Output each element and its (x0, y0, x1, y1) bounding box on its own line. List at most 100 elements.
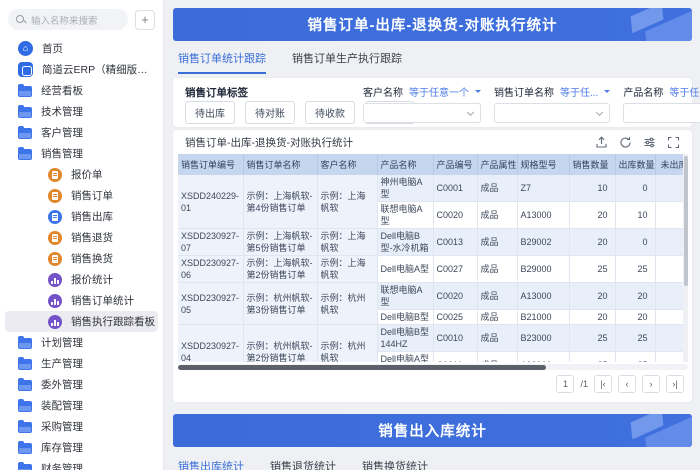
tab-销售退货统计[interactable]: 销售退货统计 (270, 458, 336, 470)
sidebar-item[interactable]: 简道云ERP（精细版-离散MTO）「... (5, 59, 158, 80)
folder-icon (18, 419, 32, 433)
cell-product-code: C0010 (433, 324, 478, 352)
sidebar-item[interactable]: 库存管理 (5, 437, 158, 458)
cell-customer: 示例：上海帆软 (317, 228, 378, 256)
folder-icon (18, 440, 32, 454)
sidebar-item-label: 报价单 (71, 169, 103, 181)
caret-down-icon[interactable] (604, 90, 611, 96)
refresh-icon[interactable] (619, 136, 632, 149)
column-header: 销售订单名称 (243, 154, 318, 175)
sidebar-item[interactable]: 装配管理 (5, 395, 158, 416)
search-input[interactable]: 输入名称来搜索 (8, 9, 128, 30)
cell-out-qty: 0 (615, 228, 656, 256)
last-page-icon[interactable]: ›| (666, 375, 684, 393)
sidebar-item[interactable]: ⌂ 首页 (5, 38, 158, 59)
cell-order-no: XSDD230927-05 (178, 282, 244, 325)
filter-operator-link[interactable]: 等于任... (560, 84, 598, 99)
filter-card: 销售订单标签 待出库待对账待收款已收款 客户名称等于任意一个销售订单名称等于任.… (173, 78, 700, 127)
filter-select[interactable] (494, 103, 611, 123)
cell-out-qty: 20 (615, 309, 656, 325)
order-tag-button[interactable]: 待出库 (185, 101, 235, 124)
filter-group-header: 客户名称 等于任意一个 (363, 84, 481, 99)
tab-销售订单生产执行跟踪[interactable]: 销售订单生产执行跟踪 (292, 50, 402, 74)
tab-销售订单统计跟踪[interactable]: 销售订单统计跟踪 (178, 50, 266, 74)
filter-icon[interactable] (643, 136, 656, 149)
doc-icon (48, 209, 62, 224)
sidebar-item[interactable]: 经营看板 (5, 80, 158, 101)
search-icon (16, 14, 26, 25)
sidebar-item-label: 简道云ERP（精细版-离散MTO）「... (42, 64, 150, 76)
doc-icon (48, 167, 62, 182)
tab-销售换货统计[interactable]: 销售换货统计 (362, 458, 428, 470)
table-row[interactable]: XSDD230927-04 示例：杭州帆软-第2份销售订单 示例：杭州帆软 Dell电… (178, 324, 688, 362)
sidebar-item[interactable]: 计划管理 (5, 332, 158, 353)
cell-product-name: 联想电脑A型 (377, 282, 434, 310)
sidebar-item[interactable]: 销售退货 (5, 227, 158, 248)
sidebar-item[interactable]: 客户管理 (5, 122, 158, 143)
sidebar-item-label: 销售退货 (71, 232, 113, 244)
table-row[interactable]: XSDD230927-05 示例：杭州帆软-第3份销售订单 示例：杭州帆软 联想电脑A… (178, 282, 688, 325)
column-header: 规格型号 (517, 154, 570, 175)
fullscreen-icon[interactable] (667, 136, 680, 149)
cell-sale-qty: 25 (569, 351, 616, 362)
prev-page-icon[interactable]: ‹ (618, 375, 636, 393)
sidebar-item[interactable]: 销售执行跟踪看板 (5, 311, 158, 332)
doc-icon (48, 230, 62, 245)
sidebar-item-label: 销售换货 (71, 253, 113, 265)
table-vertical-scrollbar[interactable] (683, 154, 688, 362)
folder-icon (18, 335, 32, 349)
folder-icon (18, 146, 32, 160)
order-tag-label: 销售订单标签 (185, 87, 248, 99)
cell-out-qty: 25 (615, 324, 656, 352)
folder-icon (18, 356, 32, 370)
tab-销售出库统计[interactable]: 销售出库统计 (178, 458, 244, 470)
add-button[interactable]: + (135, 9, 155, 30)
sidebar-item[interactable]: 销售换货 (5, 248, 158, 269)
sidebar-item[interactable]: 生产管理 (5, 353, 158, 374)
filter-select[interactable] (623, 103, 700, 123)
home-icon: ⌂ (18, 41, 33, 56)
table-horizontal-scrollbar[interactable] (178, 364, 688, 370)
export-icon[interactable] (595, 135, 608, 149)
next-page-icon[interactable]: › (642, 375, 660, 393)
order-tag-button[interactable]: 待收款 (305, 101, 355, 124)
chart-icon (48, 293, 62, 308)
table-row[interactable]: XSDD230927-06 示例：上海帆软-第2份销售订单 示例：上海帆软 Dell电… (178, 255, 688, 283)
filter-operator-link[interactable]: 等于任意一个 (669, 84, 700, 99)
column-header: 销售数量 (569, 154, 616, 175)
filter-dropdowns: 客户名称等于任意一个销售订单名称等于任...产品名称等于任意一个 (363, 84, 700, 123)
sidebar-item[interactable]: 报价统计 (5, 269, 158, 290)
sidebar-item[interactable]: 销售订单 (5, 185, 158, 206)
filter-select[interactable] (363, 103, 481, 123)
page-number-box[interactable]: 1 (556, 375, 575, 393)
cell-product-name: Dell电脑B型 (377, 309, 434, 325)
filter-label: 产品名称 (623, 88, 664, 99)
cell-order-name: 示例：上海帆软-第4份销售订单 (243, 175, 318, 229)
banner-sales-order-execution: 销售订单-出库-退换货-对账执行统计 (173, 8, 692, 41)
cell-spec: A13000 (517, 201, 570, 229)
first-page-icon[interactable]: |‹ (594, 375, 612, 393)
sidebar-item[interactable]: 销售管理 (5, 143, 158, 164)
table-row[interactable]: XSDD230927-07 示例：上海帆软-第5份销售订单 示例：上海帆软 Dell电… (178, 228, 688, 256)
cell-out-qty: 10 (615, 201, 656, 229)
sidebar-item[interactable]: 销售订单统计 (5, 290, 158, 311)
sidebar-item[interactable]: 采购管理 (5, 416, 158, 437)
column-header: 销售订单编号 (178, 154, 244, 175)
cell-customer: 示例：上海帆软 (317, 175, 378, 229)
sidebar-item[interactable]: 财务管理 (5, 458, 158, 470)
cell-out-qty: 20 (615, 282, 656, 310)
sidebar-item[interactable]: 报价单 (5, 164, 158, 185)
sidebar-item[interactable]: 技术管理 (5, 101, 158, 122)
chart-icon (48, 314, 62, 329)
sidebar-item[interactable]: 委外管理 (5, 374, 158, 395)
order-tag-button[interactable]: 待对账 (245, 101, 295, 124)
filter-operator-link[interactable]: 等于任意一个 (409, 84, 469, 99)
chevron-down-icon (596, 108, 604, 117)
cell-product-attr: 成品 (477, 201, 518, 229)
table-row[interactable]: XSDD240229-01 示例：上海帆软-第4份销售订单 示例：上海帆软 神州电脑A… (178, 175, 688, 229)
filter-group: 客户名称 等于任意一个 (363, 84, 481, 123)
cell-product-code: C0011 (433, 351, 478, 362)
caret-down-icon[interactable] (475, 90, 481, 96)
banner-title: 销售订单-出库-退换货-对账执行统计 (307, 18, 558, 34)
sidebar-item[interactable]: 销售出库 (5, 206, 158, 227)
